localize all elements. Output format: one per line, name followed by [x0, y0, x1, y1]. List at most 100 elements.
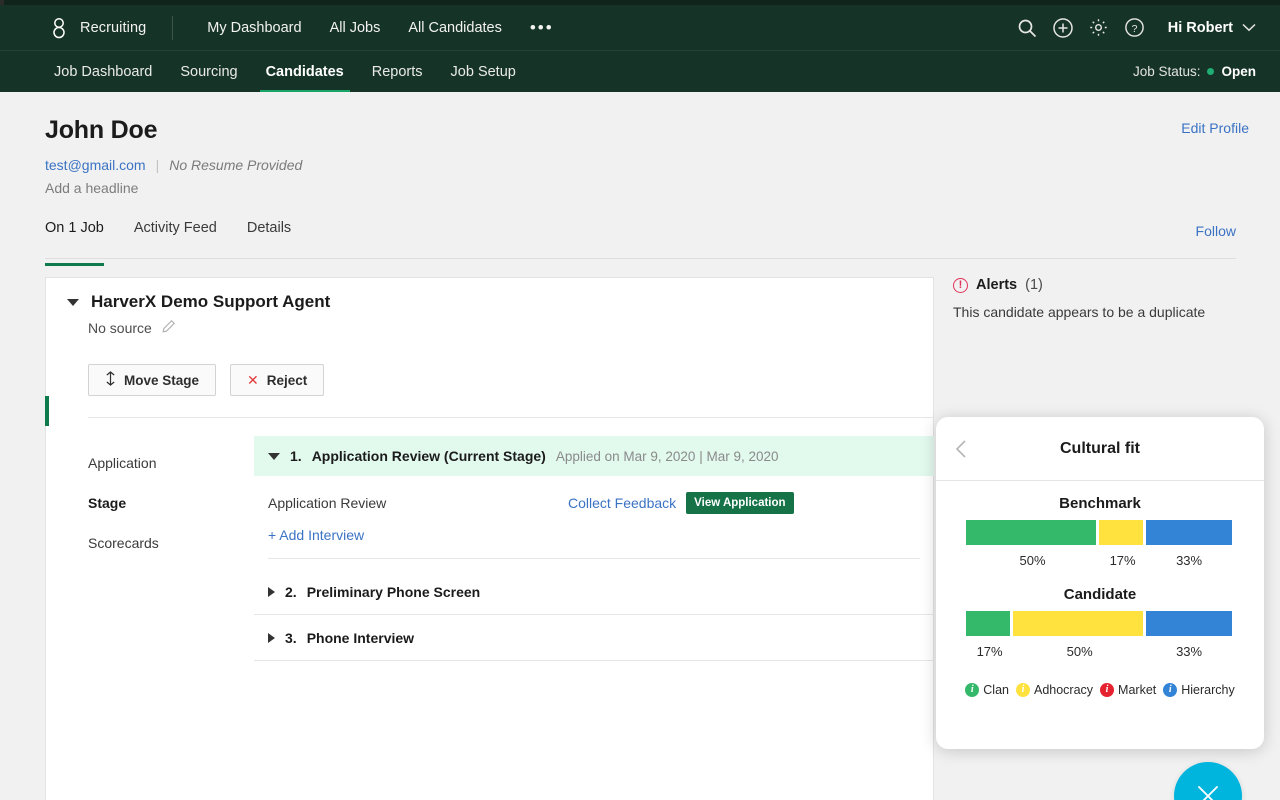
candidate-email-link[interactable]: test@gmail.com	[45, 157, 146, 173]
status-dot-icon	[1207, 68, 1214, 75]
side-nav-item-scorecards[interactable]: Scorecards	[88, 523, 268, 563]
candidate-segment-clan	[966, 611, 1010, 636]
popup-header: Cultural fit	[936, 417, 1264, 481]
nav-item-all-jobs[interactable]: All Jobs	[316, 14, 395, 42]
job-nav-item-job-dashboard[interactable]: Job Dashboard	[40, 51, 166, 93]
meta-divider: |	[156, 157, 160, 173]
tabs-underline	[45, 258, 1236, 259]
tab-on-1-job[interactable]: On 1 Job	[45, 220, 116, 254]
move-stage-button[interactable]: Move Stage	[88, 364, 216, 396]
candidate-tabs: On 1 Job Activity Feed Details	[45, 220, 1236, 254]
legend-label-market: Market	[1118, 683, 1156, 697]
job-status-value: Open	[1221, 64, 1256, 79]
candidate-label-adhocracy: 50%	[1013, 644, 1146, 659]
side-nav-item-stage[interactable]: Stage	[88, 483, 268, 523]
legend-item-hierarchy[interactable]: i Hierarchy	[1163, 683, 1235, 697]
legend-item-market[interactable]: i Market	[1100, 683, 1156, 697]
user-menu[interactable]: Hi Robert	[1168, 20, 1256, 36]
legend-item-adhocracy[interactable]: i Adhocracy	[1016, 683, 1093, 697]
tab-details[interactable]: Details	[247, 220, 303, 254]
side-nav-item-application[interactable]: Application	[88, 443, 268, 483]
job-application-card: HarverX Demo Support Agent No source Mov…	[45, 277, 934, 800]
candidate-header: John Doe test@gmail.com | No Resume Prov…	[45, 116, 302, 196]
benchmark-label-clan: 50%	[966, 553, 1099, 568]
job-nav-item-candidates[interactable]: Candidates	[252, 51, 358, 93]
chevron-down-icon	[1242, 23, 1256, 32]
benchmark-bar-labels: 50% 17% 33%	[966, 553, 1232, 568]
job-card-title-row[interactable]: HarverX Demo Support Agent	[67, 292, 330, 312]
move-stage-label: Move Stage	[124, 373, 199, 388]
cultural-fit-chart: Benchmark 50% 17% 33% Candidate	[936, 481, 1264, 697]
stage-row-2[interactable]: 2. Preliminary Phone Screen	[254, 569, 934, 614]
job-status-label: Job Status:	[1133, 64, 1201, 79]
collect-feedback-link[interactable]: Collect Feedback	[568, 495, 676, 511]
stage-number: 1.	[290, 448, 302, 464]
benchmark-label-adhocracy: 17%	[1099, 553, 1146, 568]
follow-link[interactable]: Follow	[1196, 223, 1236, 239]
stage-number: 3.	[285, 630, 297, 646]
reject-button[interactable]: ✕ Reject	[230, 364, 324, 396]
legend-item-clan[interactable]: i Clan	[965, 683, 1009, 697]
info-icon: i	[1100, 683, 1114, 697]
stages-list: 1. Application Review (Current Stage) Ap…	[254, 436, 934, 661]
stage-row-current[interactable]: 1. Application Review (Current Stage) Ap…	[254, 436, 934, 476]
nav-item-all-candidates[interactable]: All Candidates	[394, 14, 516, 42]
nav-divider	[172, 16, 173, 40]
move-vertical-icon	[105, 371, 116, 389]
candidate-bar	[966, 611, 1232, 636]
stage-title: Application Review (Current Stage)	[312, 448, 546, 464]
edit-profile-link[interactable]: Edit Profile	[1181, 120, 1249, 136]
close-panel-button[interactable]	[1174, 762, 1242, 800]
info-icon: i	[1016, 683, 1030, 697]
candidate-chart-title: Candidate	[966, 586, 1234, 603]
job-nav-item-job-setup[interactable]: Job Setup	[437, 51, 530, 93]
candidate-segment-adhocracy	[1013, 611, 1143, 636]
gear-icon[interactable]	[1084, 13, 1114, 43]
source-row: No source	[88, 319, 176, 337]
application-side-nav: Application Stage Scorecards	[88, 443, 268, 563]
benchmark-segment-clan	[966, 520, 1096, 545]
global-nav-links: My Dashboard All Jobs All Candidates •••	[193, 14, 567, 42]
nav-overflow-icon[interactable]: •••	[516, 19, 568, 36]
stage-number: 2.	[285, 584, 297, 600]
add-interview-link[interactable]: + Add Interview	[268, 527, 364, 543]
alert-exclamation-icon: !	[953, 278, 968, 293]
resume-status: No Resume Provided	[169, 157, 302, 173]
brand-label[interactable]: Recruiting	[80, 20, 146, 36]
stage-row-3[interactable]: 3. Phone Interview	[254, 615, 934, 660]
candidate-tabs-row: On 1 Job Activity Feed Details Follow	[45, 220, 1236, 254]
tab-activity-feed[interactable]: Activity Feed	[134, 220, 229, 254]
page-body: John Doe test@gmail.com | No Resume Prov…	[0, 92, 1280, 800]
nav-item-my-dashboard[interactable]: My Dashboard	[193, 14, 315, 42]
legend-label-clan: Clan	[983, 683, 1009, 697]
global-nav-actions: ? Hi Robert	[1012, 13, 1280, 43]
chevron-right-icon[interactable]	[268, 633, 275, 643]
user-greeting-label: Hi Robert	[1168, 20, 1233, 36]
benchmark-bar	[966, 520, 1232, 545]
add-headline-link[interactable]: Add a headline	[45, 180, 302, 196]
page-title: John Doe	[45, 116, 302, 145]
pencil-icon[interactable]	[161, 319, 176, 337]
interview-name: Application Review	[268, 495, 568, 511]
legend-label-hierarchy: Hierarchy	[1181, 683, 1235, 697]
chevron-left-icon[interactable]	[954, 439, 972, 459]
search-icon[interactable]	[1012, 13, 1042, 43]
chevron-down-icon[interactable]	[67, 299, 79, 306]
chevron-down-icon[interactable]	[268, 453, 280, 460]
benchmark-segment-hierarchy	[1146, 520, 1232, 545]
help-circle-icon[interactable]: ?	[1120, 13, 1150, 43]
chevron-right-icon[interactable]	[268, 587, 275, 597]
infinity-logo-icon[interactable]	[48, 15, 70, 41]
view-application-button[interactable]: View Application	[686, 492, 793, 514]
info-icon: i	[1163, 683, 1177, 697]
plus-circle-icon[interactable]	[1048, 13, 1078, 43]
job-nav-item-reports[interactable]: Reports	[358, 51, 437, 93]
candidate-meta: test@gmail.com | No Resume Provided	[45, 157, 302, 173]
stage-title: Preliminary Phone Screen	[307, 584, 481, 600]
job-navbar: Job Dashboard Sourcing Candidates Report…	[0, 50, 1280, 92]
card-divider	[88, 417, 934, 418]
alerts-title-label: Alerts	[976, 277, 1017, 293]
job-nav-item-sourcing[interactable]: Sourcing	[166, 51, 251, 93]
legend-label-adhocracy: Adhocracy	[1034, 683, 1093, 697]
benchmark-chart-title: Benchmark	[966, 495, 1234, 512]
